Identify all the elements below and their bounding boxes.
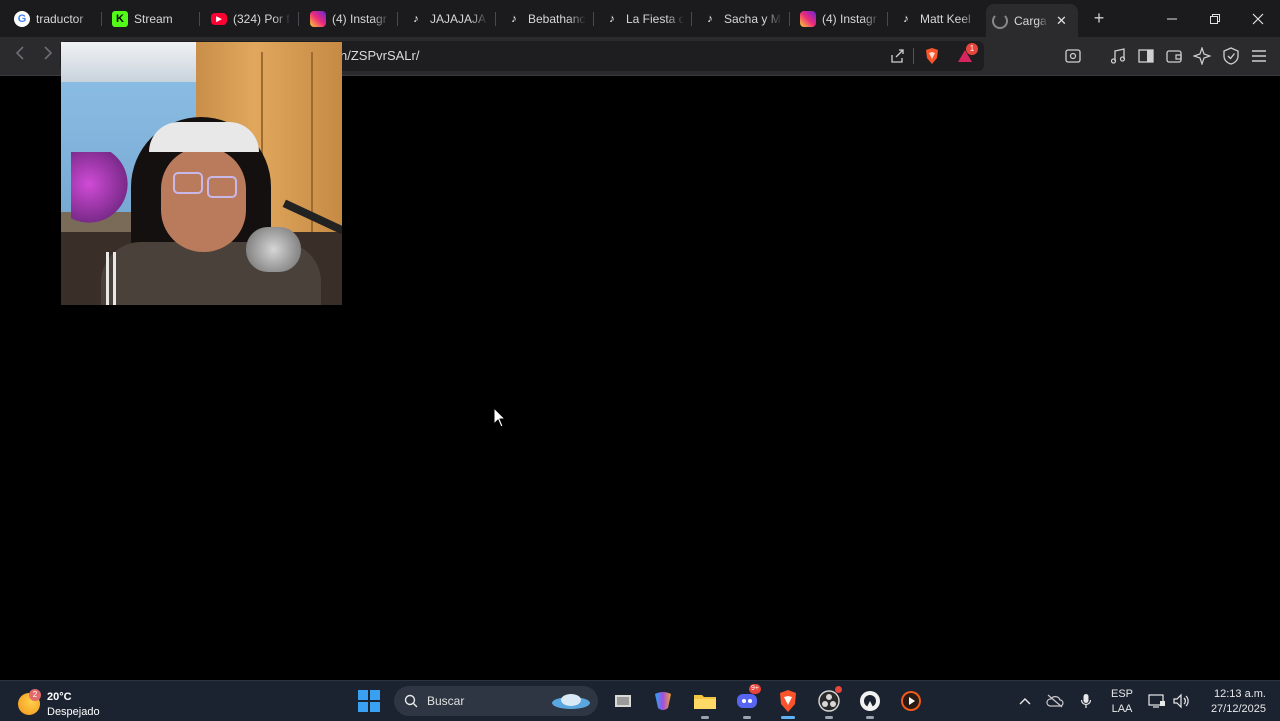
search-icon — [404, 694, 418, 708]
tiktok-icon: ♪ — [511, 12, 517, 25]
tiktok-icon: ♪ — [609, 12, 615, 25]
clock-time: 12:13 a.m. — [1214, 688, 1266, 700]
tab-instagram-1[interactable]: (4) Instagr — [304, 4, 396, 33]
webcam-overlay — [61, 42, 342, 305]
tab-stream[interactable]: K Stream — [106, 4, 198, 33]
tab-traductor[interactable]: G traductor — [8, 4, 100, 33]
search-highlight-art-icon — [552, 694, 590, 709]
show-hidden-icons-button[interactable] — [1015, 691, 1035, 711]
volume-tray-button[interactable] — [1170, 691, 1192, 711]
tab-youtube[interactable]: ▶ (324) Por f — [205, 4, 297, 33]
tab-tiktok-5[interactable]: ♪ Matt Keel — [892, 4, 984, 33]
language-indicator[interactable]: ESP LAA — [1108, 687, 1136, 717]
menu-icon[interactable] — [1250, 47, 1268, 65]
tab-search-icon[interactable] — [1064, 47, 1082, 65]
weather-badge: 2 — [29, 689, 41, 701]
share-icon[interactable] — [889, 47, 907, 65]
instagram-icon — [310, 10, 326, 27]
streamlabs-icon — [860, 691, 880, 711]
restore-icon — [1210, 13, 1220, 24]
task-view-button[interactable] — [610, 688, 636, 714]
cloud-off-icon — [1046, 694, 1064, 708]
back-button[interactable] — [10, 46, 30, 66]
windows-logo-icon — [358, 690, 368, 700]
chevron-up-icon — [1019, 698, 1031, 705]
network-icon — [1148, 694, 1165, 708]
tiktok-icon: ♪ — [903, 12, 909, 25]
restore-button[interactable] — [1193, 0, 1237, 37]
windows-taskbar: 2 20°C Despejado Buscar 9+ ESP LAA 12:13… — [0, 680, 1280, 721]
tab-tiktok-1[interactable]: ♪ JAJAJAJA — [402, 4, 494, 33]
rewards-badge: 1 — [966, 43, 978, 55]
search-label: Buscar — [427, 694, 465, 708]
back-arrow-icon — [15, 46, 24, 60]
tab-tiktok-4[interactable]: ♪ Sacha y M — [696, 4, 788, 33]
tab-loading-active[interactable]: Carga ✕ — [986, 4, 1078, 37]
onedrive-tray-button[interactable] — [1045, 691, 1065, 711]
taskbar-search[interactable]: Buscar — [394, 686, 598, 716]
music-icon[interactable] — [1109, 47, 1127, 65]
m365-copilot-button[interactable] — [650, 688, 676, 714]
weather-condition: Despejado — [47, 706, 100, 718]
google-icon: G — [14, 10, 30, 27]
obs-studio-button[interactable] — [816, 686, 842, 719]
task-view-icon — [615, 695, 631, 707]
close-icon — [1252, 13, 1264, 24]
kick-icon: K — [112, 10, 128, 27]
discord-badge: 9+ — [749, 684, 761, 694]
new-tab-button[interactable]: + — [1089, 8, 1109, 28]
language-line-1: ESP — [1110, 688, 1133, 700]
leo-ai-icon[interactable] — [1193, 47, 1211, 65]
brave-browser-button[interactable] — [775, 688, 801, 719]
loading-spinner-icon — [992, 12, 1008, 29]
brave-browser-icon — [780, 690, 796, 712]
forward-arrow-icon — [44, 46, 53, 60]
instagram-icon — [800, 10, 816, 27]
brave-shields-icon[interactable] — [923, 47, 941, 65]
microphone-tray-button[interactable] — [1076, 691, 1096, 711]
system-clock[interactable]: 12:13 a.m. 27/12/2025 — [1196, 687, 1266, 717]
tab-tiktok-2[interactable]: ♪ Bebathanc — [500, 4, 592, 33]
media-player-button[interactable] — [898, 688, 924, 714]
close-tab-icon[interactable]: ✕ — [1056, 13, 1067, 29]
forward-button[interactable] — [38, 46, 58, 66]
tiktok-icon: ♪ — [413, 12, 419, 25]
tiktok-icon: ♪ — [707, 12, 713, 25]
minimize-button[interactable] — [1150, 0, 1194, 37]
file-explorer-icon — [694, 695, 716, 709]
weather-temp: 20°C — [47, 691, 72, 703]
url-text[interactable]: n/ZSPvrSALr/ — [340, 48, 419, 63]
start-button[interactable] — [358, 690, 380, 712]
wallet-icon[interactable] — [1165, 47, 1183, 65]
sidebar-icon[interactable] — [1137, 47, 1155, 65]
mouse-cursor-icon — [493, 407, 507, 428]
close-window-button[interactable] — [1236, 0, 1280, 37]
media-player-icon — [901, 691, 921, 711]
language-line-2: LAA — [1111, 703, 1133, 715]
microphone-icon — [1080, 694, 1092, 708]
vpn-shield-icon[interactable] — [1222, 47, 1240, 65]
clock-date: 27/12/2025 — [1210, 703, 1266, 715]
volume-icon — [1173, 693, 1189, 709]
discord-button[interactable]: 9+ — [734, 684, 761, 719]
weather-widget[interactable]: 2 20°C Despejado — [16, 687, 126, 718]
streamlabs-button[interactable] — [857, 688, 883, 719]
youtube-icon: ▶ — [211, 12, 227, 25]
m365-copilot-icon — [655, 692, 671, 710]
tab-instagram-2[interactable]: (4) Instagr — [794, 4, 886, 33]
tab-tiktok-3[interactable]: ♪ La Fiesta d — [598, 4, 690, 33]
minimize-icon — [1167, 18, 1177, 19]
file-explorer-button[interactable] — [692, 688, 718, 719]
tab-strip: G traductor K Stream ▶ (324) Por f (4) I… — [0, 0, 1280, 37]
network-tray-button[interactable] — [1146, 691, 1168, 711]
